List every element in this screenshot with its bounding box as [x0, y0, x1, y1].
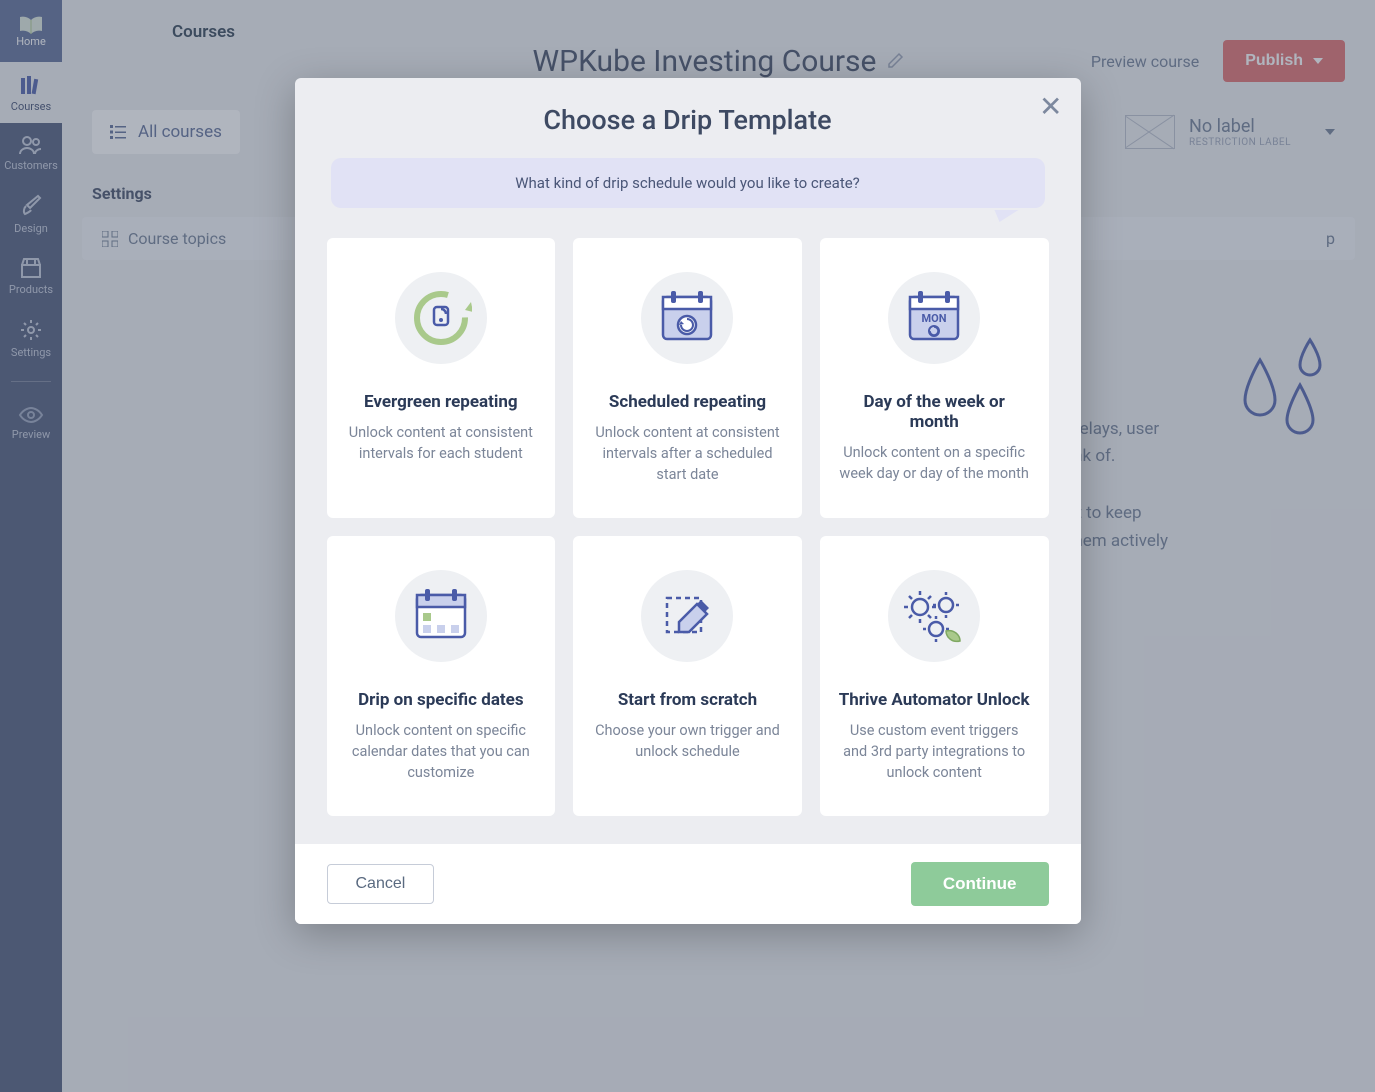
- modal-footer: Cancel Continue: [295, 844, 1081, 924]
- continue-button[interactable]: Continue: [911, 862, 1049, 906]
- template-desc: Unlock content on a specific week day or…: [838, 442, 1031, 484]
- template-automator[interactable]: Thrive Automator Unlock Use custom event…: [820, 536, 1049, 816]
- template-day-of-week[interactable]: MON Day of the week or month Unlock cont…: [820, 238, 1049, 518]
- template-desc: Unlock content at consistent intervals f…: [345, 422, 538, 464]
- calendar-mon-icon: MON: [888, 272, 980, 364]
- calendar-dates-icon: [395, 570, 487, 662]
- evergreen-cycle-icon: [395, 272, 487, 364]
- template-desc: Use custom event triggers and 3rd party …: [838, 720, 1031, 783]
- template-scheduled[interactable]: Scheduled repeating Unlock content at co…: [573, 238, 802, 518]
- gears-leaf-icon: [888, 570, 980, 662]
- close-button[interactable]: ✕: [1039, 90, 1062, 123]
- drip-template-modal: ✕ Choose a Drip Template What kind of dr…: [295, 78, 1081, 924]
- template-desc: Unlock content at consistent intervals a…: [591, 422, 784, 485]
- template-title: Scheduled repeating: [609, 392, 766, 412]
- template-grid: Evergreen repeating Unlock content at co…: [327, 238, 1049, 816]
- template-title: Evergreen repeating: [364, 392, 518, 412]
- cancel-button[interactable]: Cancel: [327, 864, 435, 904]
- template-title: Day of the week or month: [838, 392, 1031, 432]
- template-specific-dates[interactable]: Drip on specific dates Unlock content on…: [327, 536, 556, 816]
- close-icon: ✕: [1039, 91, 1062, 122]
- modal-question-bubble: What kind of drip schedule would you lik…: [331, 158, 1045, 208]
- template-title: Thrive Automator Unlock: [839, 690, 1030, 710]
- blank-pencil-icon: [641, 570, 733, 662]
- template-desc: Choose your own trigger and unlock sched…: [591, 720, 784, 762]
- svg-text:MON: MON: [922, 312, 947, 325]
- template-title: Start from scratch: [618, 690, 757, 710]
- template-evergreen[interactable]: Evergreen repeating Unlock content at co…: [327, 238, 556, 518]
- template-desc: Unlock content on specific calendar date…: [345, 720, 538, 783]
- template-title: Drip on specific dates: [358, 690, 524, 710]
- template-from-scratch[interactable]: Start from scratch Choose your own trigg…: [573, 536, 802, 816]
- calendar-cycle-icon: [641, 272, 733, 364]
- modal-overlay: ✕ Choose a Drip Template What kind of dr…: [0, 0, 1375, 1092]
- modal-title: Choose a Drip Template: [327, 104, 1049, 136]
